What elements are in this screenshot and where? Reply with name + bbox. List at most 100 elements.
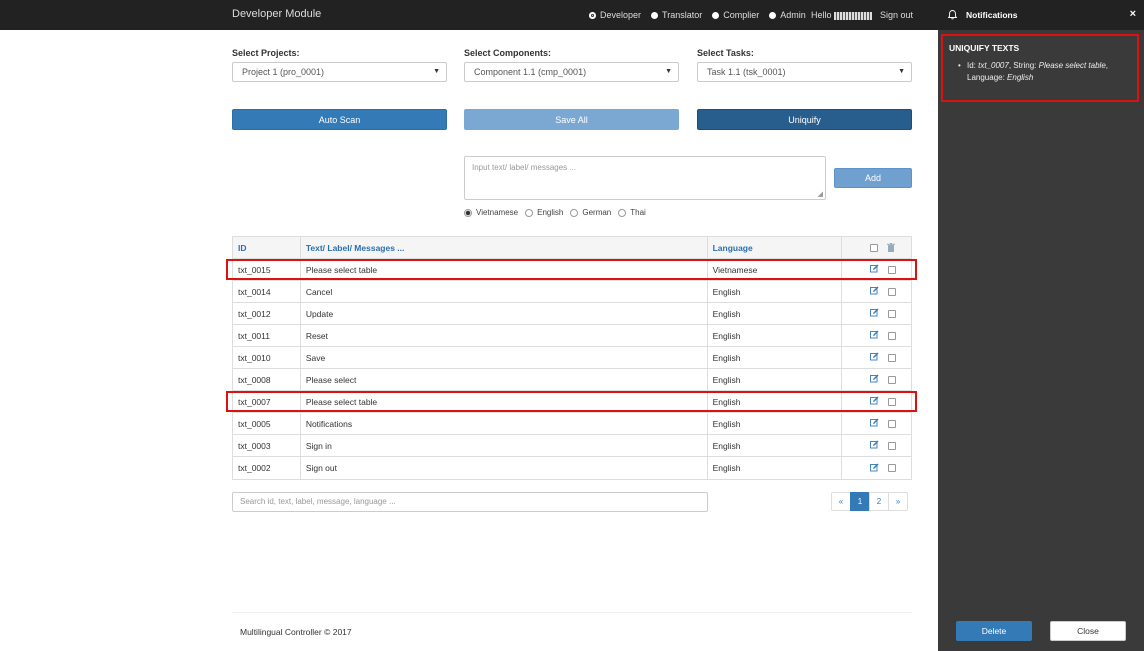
edit-icon[interactable]	[869, 463, 879, 474]
lang-label: English	[537, 208, 564, 217]
signout-link[interactable]: Sign out	[880, 10, 913, 20]
role-complier[interactable]: Complier	[712, 10, 759, 20]
radio-icon	[589, 11, 596, 19]
lang-option-german[interactable]: German	[570, 208, 611, 217]
cell-text: Notifications	[301, 413, 708, 434]
cell-id: txt_0003	[233, 435, 301, 456]
row-checkbox[interactable]	[887, 353, 896, 362]
page-next[interactable]: »	[888, 492, 908, 511]
select-all-checkbox[interactable]	[870, 243, 879, 252]
notice-string-value: Please select table	[1038, 61, 1106, 70]
delete-button[interactable]: Delete	[956, 621, 1032, 641]
cell-actions	[842, 325, 911, 346]
greeting-text: Hello	[811, 10, 832, 20]
caret-down-icon: ▼	[665, 68, 672, 75]
cell-id: txt_0011	[233, 325, 301, 346]
lang-option-thai[interactable]: Thai	[618, 208, 646, 217]
cell-actions	[842, 391, 911, 412]
radio-icon	[570, 208, 579, 217]
row-checkbox[interactable]	[887, 441, 896, 450]
cell-id: txt_0010	[233, 347, 301, 368]
cell-actions	[842, 259, 911, 280]
row-checkbox[interactable]	[887, 265, 896, 274]
cell-language: English	[708, 325, 843, 346]
add-button[interactable]: Add	[834, 168, 912, 188]
role-label: Developer	[600, 10, 642, 20]
lang-option-vietnamese[interactable]: Vietnamese	[464, 208, 518, 217]
uniquify-notice: UNIQUIFY TEXTS Id: txt_0007, String: Ple…	[941, 34, 1139, 102]
header-text[interactable]: Text/ Label/ Messages ...	[301, 237, 708, 258]
save-all-button[interactable]: Save All	[464, 109, 679, 130]
text-input[interactable]: Input text/ label/ messages ... ◢	[464, 156, 826, 200]
row-checkbox[interactable]	[887, 419, 896, 428]
header-language[interactable]: Language	[708, 237, 843, 258]
table-row: txt_0012 Update English	[233, 303, 911, 325]
task-select-group: Select Tasks: Task 1.1 (tsk_0001) ▼	[697, 48, 912, 82]
cell-text: Please select	[301, 369, 708, 390]
table-row: txt_0002 Sign out English	[233, 457, 911, 479]
cell-text: Sign in	[301, 435, 708, 456]
row-checkbox[interactable]	[887, 464, 896, 472]
row-checkbox[interactable]	[887, 309, 896, 318]
cell-actions	[842, 281, 911, 302]
edit-icon[interactable]	[869, 440, 879, 451]
project-select[interactable]: Project 1 (pro_0001) ▼	[232, 62, 447, 82]
radio-icon	[464, 208, 472, 217]
uniquify-button[interactable]: Uniquify	[697, 109, 912, 130]
table-row: txt_0010 Save English	[233, 347, 911, 369]
table-header: ID Text/ Label/ Messages ... Language	[233, 237, 911, 259]
edit-icon[interactable]	[869, 374, 879, 385]
edit-icon[interactable]	[869, 286, 879, 297]
component-select-label: Select Components:	[464, 48, 552, 58]
role-label: Translator	[662, 10, 703, 20]
notice-title: UNIQUIFY TEXTS	[949, 43, 1020, 53]
texts-table: ID Text/ Label/ Messages ... Language tx…	[232, 236, 912, 480]
radio-icon	[525, 208, 534, 217]
cell-language: English	[708, 413, 843, 434]
edit-icon[interactable]	[869, 264, 879, 275]
component-select[interactable]: Component 1.1 (cmp_0001) ▼	[464, 62, 679, 82]
footer-text: Multilingual Controller © 2017	[240, 627, 352, 637]
resize-grip-icon[interactable]: ◢	[818, 190, 823, 198]
cell-text: Cancel	[301, 281, 708, 302]
footer-divider	[232, 612, 912, 613]
cell-id: txt_0014	[233, 281, 301, 302]
cell-actions	[842, 303, 911, 324]
header-id[interactable]: ID	[233, 237, 301, 258]
edit-icon[interactable]	[869, 330, 879, 341]
edit-icon[interactable]	[869, 396, 879, 407]
edit-icon[interactable]	[869, 308, 879, 319]
close-icon[interactable]: ×	[1130, 8, 1136, 20]
edit-icon[interactable]	[869, 418, 879, 429]
role-selector: Developer Translator Complier Admin	[589, 10, 806, 20]
row-checkbox[interactable]	[887, 331, 896, 340]
caret-down-icon: ▼	[433, 68, 440, 75]
trash-icon[interactable]	[887, 243, 896, 252]
auto-scan-button[interactable]: Auto Scan	[232, 109, 447, 130]
page-title: Developer Module	[232, 8, 322, 20]
role-developer[interactable]: Developer	[589, 10, 641, 20]
notice-item: Id: txt_0007, String: Please select tabl…	[949, 60, 1131, 84]
row-checkbox[interactable]	[887, 287, 896, 296]
role-translator[interactable]: Translator	[651, 10, 702, 20]
edit-icon[interactable]	[869, 352, 879, 363]
cell-text: Sign out	[301, 457, 708, 479]
user-greeting: Hello	[811, 10, 872, 20]
task-select[interactable]: Task 1.1 (tsk_0001) ▼	[697, 62, 912, 82]
lang-label: German	[582, 208, 612, 217]
close-button[interactable]: Close	[1050, 621, 1126, 641]
role-admin[interactable]: Admin	[769, 10, 806, 20]
notice-id-label: Id:	[967, 61, 979, 70]
table-search-input[interactable]: Search id, text, label, message, languag…	[232, 492, 708, 512]
lang-option-english[interactable]: English	[525, 208, 563, 217]
project-select-label: Select Projects:	[232, 48, 300, 58]
page-1[interactable]: 1	[850, 492, 870, 511]
page-2[interactable]: 2	[869, 492, 889, 511]
page-prev[interactable]: «	[831, 492, 851, 511]
row-checkbox[interactable]	[887, 397, 896, 406]
cell-id: txt_0002	[233, 457, 301, 479]
row-checkbox[interactable]	[887, 375, 896, 384]
notice-id-value: txt_0007	[978, 61, 1009, 70]
cell-language: English	[708, 435, 843, 456]
cell-text: Please select table	[301, 259, 708, 280]
